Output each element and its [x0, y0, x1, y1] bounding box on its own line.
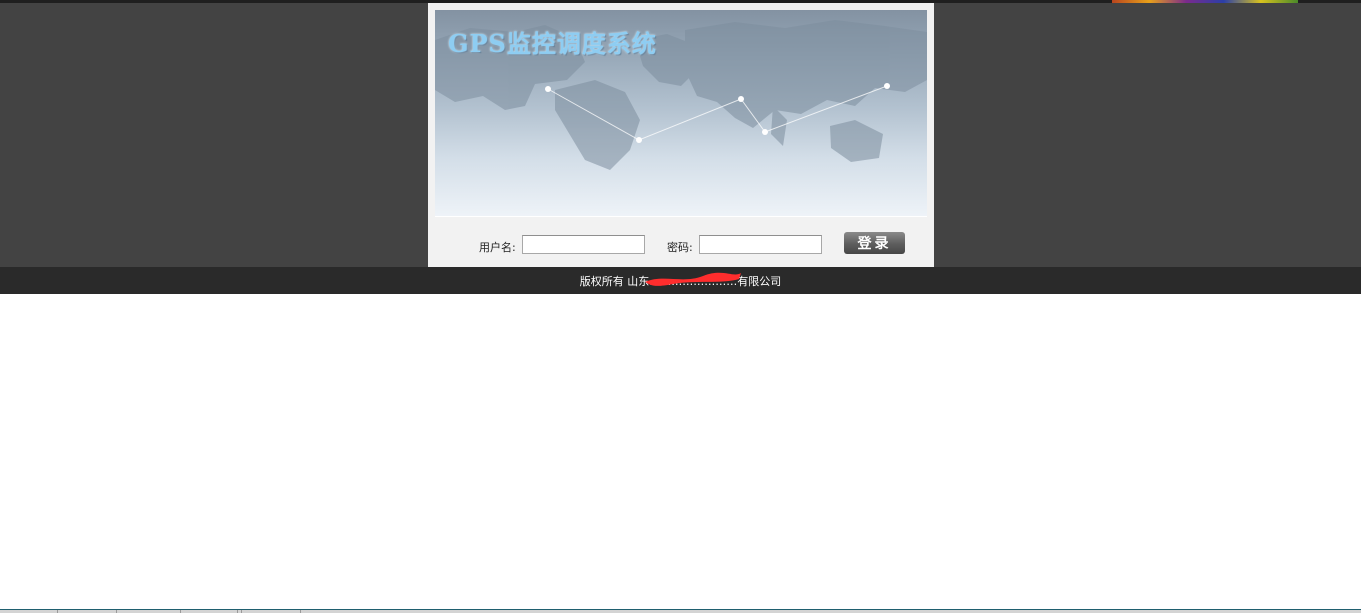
bottom-status-strip: [0, 609, 1361, 613]
banner-divider: [435, 216, 927, 217]
system-banner: GPS监控调度系统: [435, 10, 927, 216]
system-title: GPS监控调度系统: [448, 29, 657, 58]
login-panel: GPS监控调度系统 用户名: 密码: 登录: [428, 3, 934, 267]
password-label: 密码:: [667, 241, 693, 254]
username-input[interactable]: [522, 235, 645, 254]
redaction-scribble: [645, 272, 741, 286]
login-page: GPS监控调度系统 用户名: 密码: 登录 版权所有 山东……………………有限公…: [0, 0, 1361, 613]
username-label: 用户名:: [479, 241, 516, 254]
password-input[interactable]: [699, 235, 822, 254]
login-button[interactable]: 登录: [844, 232, 905, 254]
